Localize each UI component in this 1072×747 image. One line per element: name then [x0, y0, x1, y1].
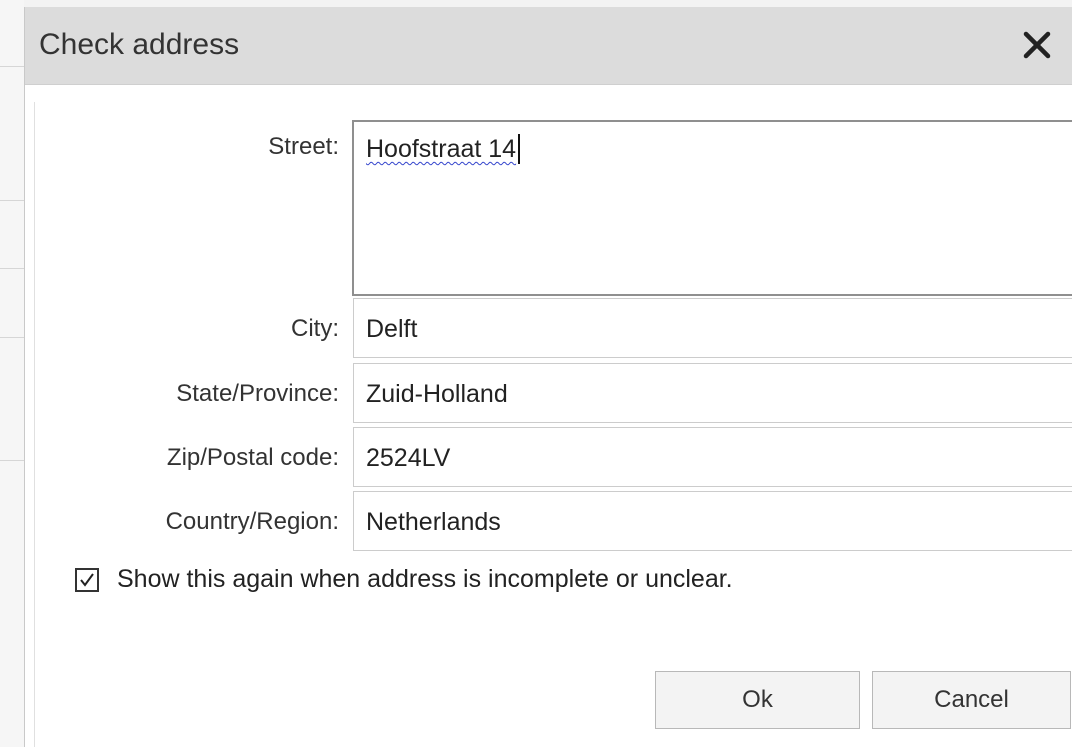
check-address-dialog: Check address Street: Hoofstraat 14 City… — [24, 7, 1072, 747]
ok-button[interactable]: Ok — [655, 671, 860, 729]
background-divider — [0, 337, 24, 338]
zip-postal-field[interactable]: 2524LV — [353, 427, 1072, 487]
background-divider — [0, 66, 24, 67]
dialog-titlebar[interactable]: Check address — [25, 7, 1072, 85]
checkmark-icon — [80, 573, 94, 587]
street-textarea[interactable]: Hoofstraat 14 — [352, 120, 1072, 296]
show-again-checkbox[interactable] — [75, 568, 99, 592]
city-field[interactable]: Delft — [353, 298, 1072, 358]
background-window-edge — [0, 0, 24, 747]
dialog-title: Check address — [39, 28, 240, 61]
country-region-field[interactable]: Netherlands — [353, 491, 1072, 551]
cancel-button[interactable]: Cancel — [872, 671, 1071, 729]
country-region-label: Country/Region: — [165, 508, 339, 535]
background-divider — [0, 268, 24, 269]
background-divider — [0, 460, 24, 461]
zip-postal-label: Zip/Postal code: — [166, 444, 339, 471]
show-again-label[interactable]: Show this again when address is incomple… — [117, 562, 733, 596]
background-divider — [0, 200, 24, 201]
street-label: Street: — [268, 133, 339, 160]
city-label: City: — [291, 315, 339, 342]
close-button[interactable] — [1017, 25, 1057, 65]
state-province-field[interactable]: Zuid-Holland — [353, 363, 1072, 423]
close-icon — [1023, 31, 1051, 59]
street-value: Hoofstraat 14 — [366, 134, 521, 164]
state-province-label: State/Province: — [176, 380, 339, 407]
